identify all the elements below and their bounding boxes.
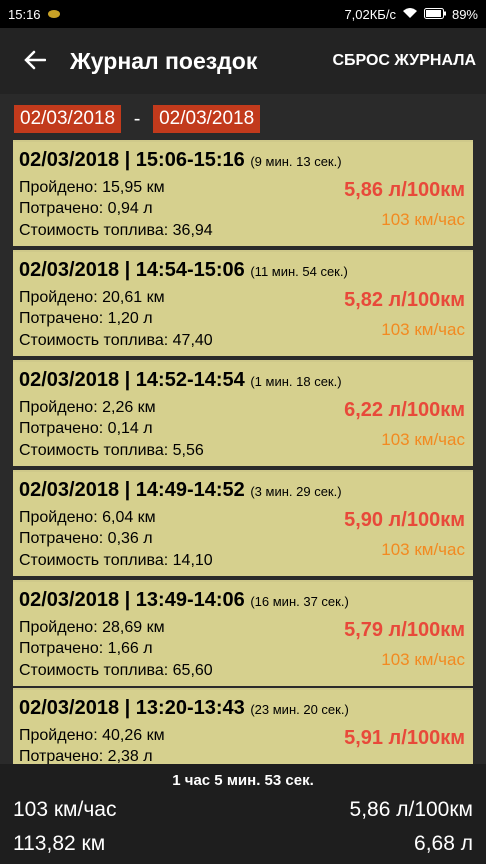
trip-consumption: 5,91 л/100км	[344, 727, 465, 749]
date-to-button[interactable]: 02/03/2018	[153, 105, 261, 133]
average-consumption: 5,86 л/100км	[349, 798, 473, 821]
trip-fuel-spent: Потрачено: 2,38 л	[19, 748, 153, 764]
trip-header: 02/03/2018 | 13:49-14:06	[19, 589, 245, 611]
network-speed: 7,02КБ/с	[344, 6, 396, 22]
trip-duration: (16 мин. 37 сек.)	[250, 594, 349, 609]
trip-fuel-cost: Стоимость топлива: 14,10	[19, 552, 213, 569]
page-title: Журнал поездок	[70, 47, 258, 74]
trip-fuel-spent: Потрачено: 1,20 л	[19, 310, 153, 327]
trip-speed: 103 км/час	[381, 210, 465, 229]
trip-header: 02/03/2018 | 14:54-15:06	[19, 259, 245, 281]
trip-duration: (23 мин. 20 сек.)	[250, 702, 349, 717]
average-speed: 103 км/час	[13, 798, 117, 821]
wifi-icon	[402, 7, 418, 22]
total-fuel: 6,68 л	[414, 832, 473, 855]
trip-header: 02/03/2018 | 15:06-15:16	[19, 149, 245, 171]
trip-fuel-spent: Потрачено: 0,36 л	[19, 530, 153, 547]
trip-distance: Пройдено: 15,95 км	[19, 179, 165, 196]
trip-card[interactable]: 02/03/2018 | 14:49-14:52 (3 мин. 29 сек.…	[13, 470, 473, 576]
reset-log-button[interactable]: СБРОС ЖУРНАЛА	[332, 52, 486, 70]
trip-card[interactable]: 02/03/2018 | 13:49-14:06 (16 мин. 37 сек…	[13, 580, 473, 686]
trip-consumption: 5,79 л/100км	[344, 619, 465, 641]
battery-level: 89%	[451, 6, 478, 22]
trip-consumption: 5,82 л/100км	[344, 289, 465, 311]
trip-card[interactable]: 02/03/2018 | 13:20-13:43 (23 мин. 20 сек…	[13, 688, 473, 764]
trip-consumption: 5,90 л/100км	[344, 509, 465, 531]
trip-speed: 103 км/час	[381, 320, 465, 339]
date-from-button[interactable]: 02/03/2018	[14, 105, 122, 133]
trip-card[interactable]: 02/03/2018 | 15:06-15:16 (9 мин. 13 сек.…	[13, 140, 473, 246]
trip-fuel-spent: Потрачено: 0,94 л	[19, 200, 153, 217]
trip-duration: (3 мин. 29 сек.)	[250, 484, 342, 499]
trip-header: 02/03/2018 | 14:52-14:54	[19, 369, 245, 391]
trip-fuel-spent: Потрачено: 0,14 л	[19, 420, 153, 437]
trip-fuel-spent: Потрачено: 1,66 л	[19, 640, 153, 657]
trip-card[interactable]: 02/03/2018 | 14:54-15:06 (11 мин. 54 сек…	[13, 250, 473, 356]
trip-speed: 103 км/час	[381, 430, 465, 449]
trip-consumption: 5,86 л/100км	[344, 179, 465, 201]
trip-duration: (9 мин. 13 сек.)	[250, 154, 342, 169]
status-bar: 15:16 7,02КБ/с 89%	[0, 0, 486, 28]
date-separator: -	[133, 107, 141, 130]
trip-fuel-cost: Стоимость топлива: 36,94	[19, 222, 213, 239]
date-range: 02/03/2018 - 02/03/2018	[14, 104, 261, 134]
trip-fuel-cost: Стоимость топлива: 65,60	[19, 662, 213, 679]
trip-card[interactable]: 02/03/2018 | 14:52-14:54 (1 мин. 18 сек.…	[13, 360, 473, 466]
trip-distance: Пройдено: 28,69 км	[19, 619, 165, 636]
trip-consumption: 6,22 л/100км	[344, 399, 465, 421]
trip-distance: Пройдено: 6,04 км	[19, 509, 156, 526]
trip-distance: Пройдено: 40,26 км	[19, 727, 165, 744]
app-bar: Журнал поездок СБРОС ЖУРНАЛА	[0, 28, 486, 94]
trip-duration: (1 мин. 18 сек.)	[250, 374, 342, 389]
trip-log-list[interactable]: 02/03/2018 - 02/03/2018 02/03/2018 | 15:…	[0, 94, 486, 764]
back-button[interactable]	[0, 28, 70, 94]
status-time: 15:16	[8, 6, 41, 22]
trip-fuel-cost: Стоимость топлива: 47,40	[19, 332, 213, 349]
arrow-left-icon	[24, 46, 47, 77]
notification-icon	[47, 7, 61, 22]
trip-speed: 103 км/час	[381, 650, 465, 669]
trip-duration: (11 мин. 54 сек.)	[250, 264, 348, 279]
trip-distance: Пройдено: 2,26 км	[19, 399, 156, 416]
trip-header: 02/03/2018 | 14:49-14:52	[19, 479, 245, 501]
trip-speed: 103 км/час	[381, 540, 465, 559]
summary-footer: 1 час 5 мин. 53 сек. 103 км/час 113,82 к…	[0, 764, 486, 864]
total-duration: 1 час 5 мин. 53 сек.	[172, 772, 314, 789]
trip-fuel-cost: Стоимость топлива: 5,56	[19, 442, 204, 459]
trip-header: 02/03/2018 | 13:20-13:43	[19, 697, 245, 719]
battery-icon	[423, 7, 446, 22]
trip-distance: Пройдено: 20,61 км	[19, 289, 165, 306]
total-distance: 113,82 км	[13, 832, 106, 855]
